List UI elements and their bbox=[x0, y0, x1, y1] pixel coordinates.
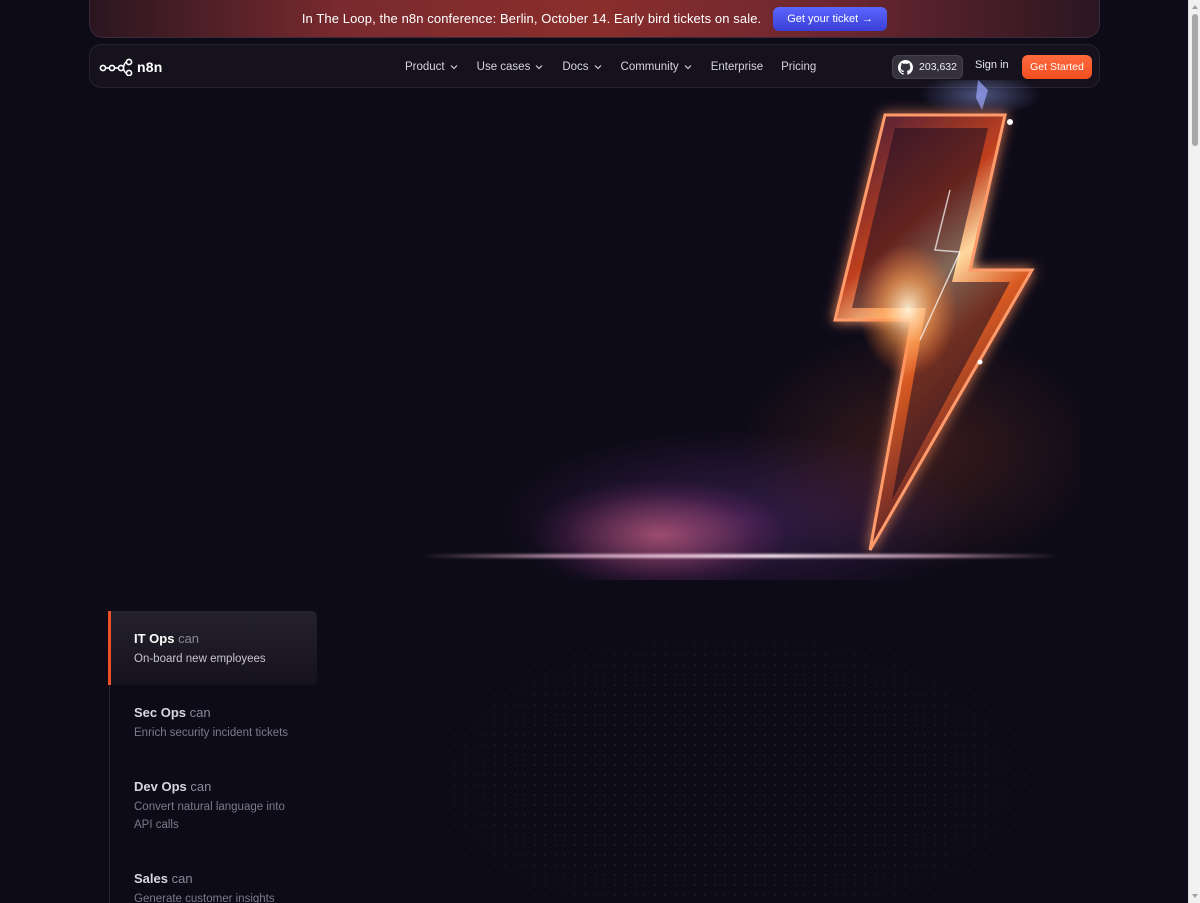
use-case-can: can bbox=[190, 779, 212, 794]
nav-docs-label: Docs bbox=[562, 61, 589, 73]
chevron-down-icon bbox=[594, 65, 601, 70]
nav-community[interactable]: Community bbox=[612, 61, 702, 73]
dotted-background bbox=[340, 600, 1120, 903]
chevron-down-icon bbox=[684, 65, 692, 70]
get-ticket-label: Get your ticket bbox=[787, 12, 859, 25]
use-case-role: Sales bbox=[134, 871, 168, 886]
use-case-desc: On-board new employees bbox=[134, 653, 266, 665]
use-case-desc: Enrich security incident tickets bbox=[134, 727, 289, 739]
use-case-role: Sec Ops bbox=[134, 705, 187, 720]
use-case-dev-ops[interactable]: Dev Ops can Convert natural language int… bbox=[110, 779, 310, 834]
use-case-sales[interactable]: Sales can Generate customer insights bbox=[110, 871, 317, 903]
nav-pricing-label: Pricing bbox=[781, 61, 817, 73]
chevron-down-icon bbox=[450, 65, 458, 70]
n8n-logo[interactable]: n8n bbox=[99, 58, 163, 76]
use-case-role: IT Ops bbox=[134, 631, 175, 646]
use-case-role: Dev Ops bbox=[134, 779, 187, 794]
use-case-can: can bbox=[189, 705, 211, 720]
nav-links: Product Use cases Docs Community Enterpr… bbox=[396, 45, 825, 89]
nav-enterprise-label: Enterprise bbox=[710, 61, 764, 73]
nav-pricing[interactable]: Pricing bbox=[772, 61, 825, 73]
get-ticket-button[interactable]: Get your ticket → bbox=[773, 6, 888, 31]
chevron-down-icon bbox=[535, 65, 543, 70]
nav-product-label: Product bbox=[405, 61, 445, 73]
get-started-button[interactable]: Get Started bbox=[1022, 55, 1092, 79]
use-case-can: can bbox=[171, 871, 193, 886]
use-case-title: IT Ops can bbox=[134, 631, 317, 647]
github-stars-button[interactable]: 203,632 bbox=[892, 55, 963, 79]
arrow-right-icon: → bbox=[862, 12, 874, 25]
use-case-title: Dev Ops can bbox=[134, 779, 310, 795]
lightning-bolt-icon bbox=[833, 80, 1040, 551]
nav-docs[interactable]: Docs bbox=[553, 61, 611, 73]
nav-product[interactable]: Product bbox=[396, 61, 468, 73]
announcement-banner: In The Loop, the n8n conference: Berlin,… bbox=[89, 0, 1100, 38]
nav-enterprise[interactable]: Enterprise bbox=[702, 61, 772, 73]
scroll-thumb[interactable] bbox=[1192, 14, 1198, 146]
n8n-nodes-icon bbox=[99, 58, 133, 76]
logo-wordmark: n8n bbox=[137, 59, 163, 75]
use-case-desc: Convert natural language into API calls bbox=[134, 801, 285, 831]
hero-floor-line bbox=[420, 554, 1060, 558]
nav-community-label: Community bbox=[620, 61, 679, 73]
banner-text: In The Loop, the n8n conference: Berlin,… bbox=[301, 11, 762, 26]
github-stars-count: 203,632 bbox=[919, 61, 957, 73]
use-case-it-ops[interactable]: IT Ops can On-board new employees bbox=[108, 611, 317, 685]
sign-in-link[interactable]: Sign in bbox=[975, 59, 1009, 71]
scroll-down-icon[interactable] bbox=[1191, 892, 1199, 900]
scroll-up-icon[interactable] bbox=[1191, 3, 1199, 11]
use-case-title: Sales can bbox=[134, 871, 317, 887]
github-icon bbox=[898, 59, 914, 75]
page-scrollbar[interactable] bbox=[1188, 0, 1200, 903]
use-case-can: can bbox=[178, 631, 200, 646]
use-case-sec-ops[interactable]: Sec Ops can Enrich security incident tic… bbox=[110, 705, 317, 742]
nav-use-cases[interactable]: Use cases bbox=[468, 61, 554, 73]
nav-use-cases-label: Use cases bbox=[476, 61, 531, 73]
use-case-desc: Generate customer insights bbox=[134, 893, 275, 903]
use-case-title: Sec Ops can bbox=[134, 705, 317, 721]
